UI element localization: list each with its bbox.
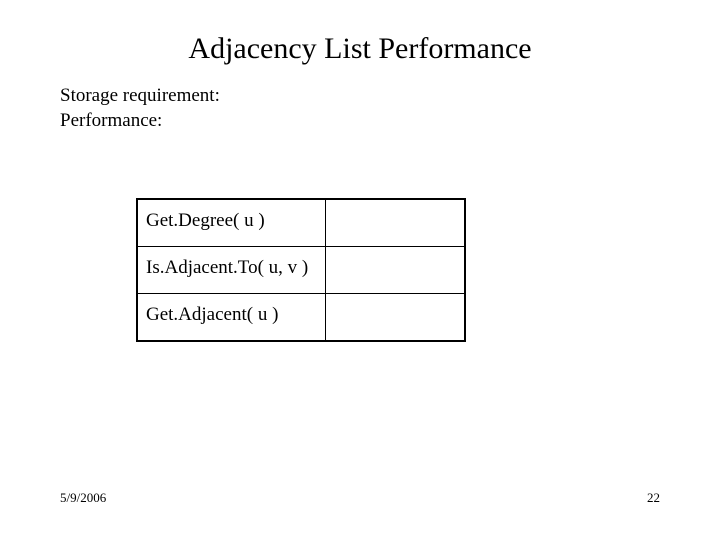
table-row: Get.Degree( u ) (137, 199, 465, 247)
footer-page-number: 22 (647, 490, 660, 506)
operation-cell: Get.Adjacent( u ) (137, 294, 325, 342)
performance-label: Performance: (60, 109, 220, 134)
footer-date: 5/9/2006 (60, 490, 106, 506)
value-cell (325, 199, 465, 247)
table-row: Get.Adjacent( u ) (137, 294, 465, 342)
performance-table: Get.Degree( u ) Is.Adjacent.To( u, v ) G… (136, 198, 466, 342)
value-cell (325, 294, 465, 342)
storage-requirement-label: Storage requirement: (60, 84, 220, 109)
slide: Adjacency List Performance Storage requi… (0, 0, 720, 540)
operation-cell: Is.Adjacent.To( u, v ) (137, 247, 325, 294)
table-row: Is.Adjacent.To( u, v ) (137, 247, 465, 294)
slide-body: Storage requirement: Performance: (60, 84, 220, 133)
operation-cell: Get.Degree( u ) (137, 199, 325, 247)
value-cell (325, 247, 465, 294)
slide-title: Adjacency List Performance (0, 32, 720, 66)
